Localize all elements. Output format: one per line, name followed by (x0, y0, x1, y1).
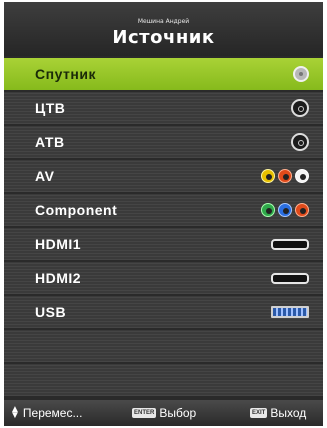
source-list: Спутник ЦТВ АТВ AV Component HDMI1 HDMI2… (4, 58, 323, 398)
hdmi-port-icon (271, 270, 309, 286)
move-hint-label: Перемес... (22, 406, 83, 420)
move-hint: ▲ ▼ Перемес... (10, 404, 83, 421)
gray-rf-jack-icon (293, 66, 309, 82)
source-item-usb[interactable]: USB (4, 296, 323, 328)
up-down-arrows-icon: ▲ ▼ (10, 404, 20, 421)
select-hint-label: Выбор (159, 406, 197, 420)
rca-component-jacks-icon (261, 202, 309, 218)
rca-av-jacks-icon (261, 168, 309, 184)
source-item-label: AV (35, 168, 55, 184)
empty-row (4, 364, 323, 396)
rf-jack-icon (291, 99, 309, 117)
source-item-label: HDMI1 (35, 236, 82, 252)
source-item-component[interactable]: Component (4, 194, 323, 226)
rf-jack-icon (291, 133, 309, 151)
source-item-hdmi1[interactable]: HDMI1 (4, 228, 323, 260)
source-item-hdmi2[interactable]: HDMI2 (4, 262, 323, 294)
empty-row (4, 330, 323, 362)
source-item-av[interactable]: AV (4, 160, 323, 192)
menu-header: Мешина Андрей Источник (4, 2, 323, 56)
source-item-label: ЦТВ (35, 100, 66, 116)
menu-title: Источник (112, 27, 215, 48)
enter-key-icon: ENTER (132, 408, 157, 418)
source-item-dtv[interactable]: ЦТВ (4, 92, 323, 124)
footer-hint-bar: ▲ ▼ Перемес... ENTER Выбор EXIT Выход (4, 400, 323, 426)
select-hint: ENTER Выбор (132, 406, 196, 420)
hdmi-port-icon (271, 236, 309, 252)
source-menu-screen: Мешина Андрей Источник Спутник ЦТВ АТВ A… (4, 2, 323, 426)
source-item-label: USB (35, 304, 67, 320)
exit-key-icon: EXIT (250, 408, 268, 418)
usb-port-icon (271, 304, 309, 320)
source-item-label: Спутник (35, 66, 96, 82)
source-item-label: АТВ (35, 134, 65, 150)
exit-hint: EXIT Выход (250, 406, 306, 420)
brand-text: Мешина Андрей (137, 18, 190, 25)
source-item-satellite[interactable]: Спутник (4, 58, 323, 90)
source-item-label: Component (35, 202, 118, 218)
exit-hint-label: Выход (270, 406, 307, 420)
source-item-atv[interactable]: АТВ (4, 126, 323, 158)
source-item-label: HDMI2 (35, 270, 82, 286)
